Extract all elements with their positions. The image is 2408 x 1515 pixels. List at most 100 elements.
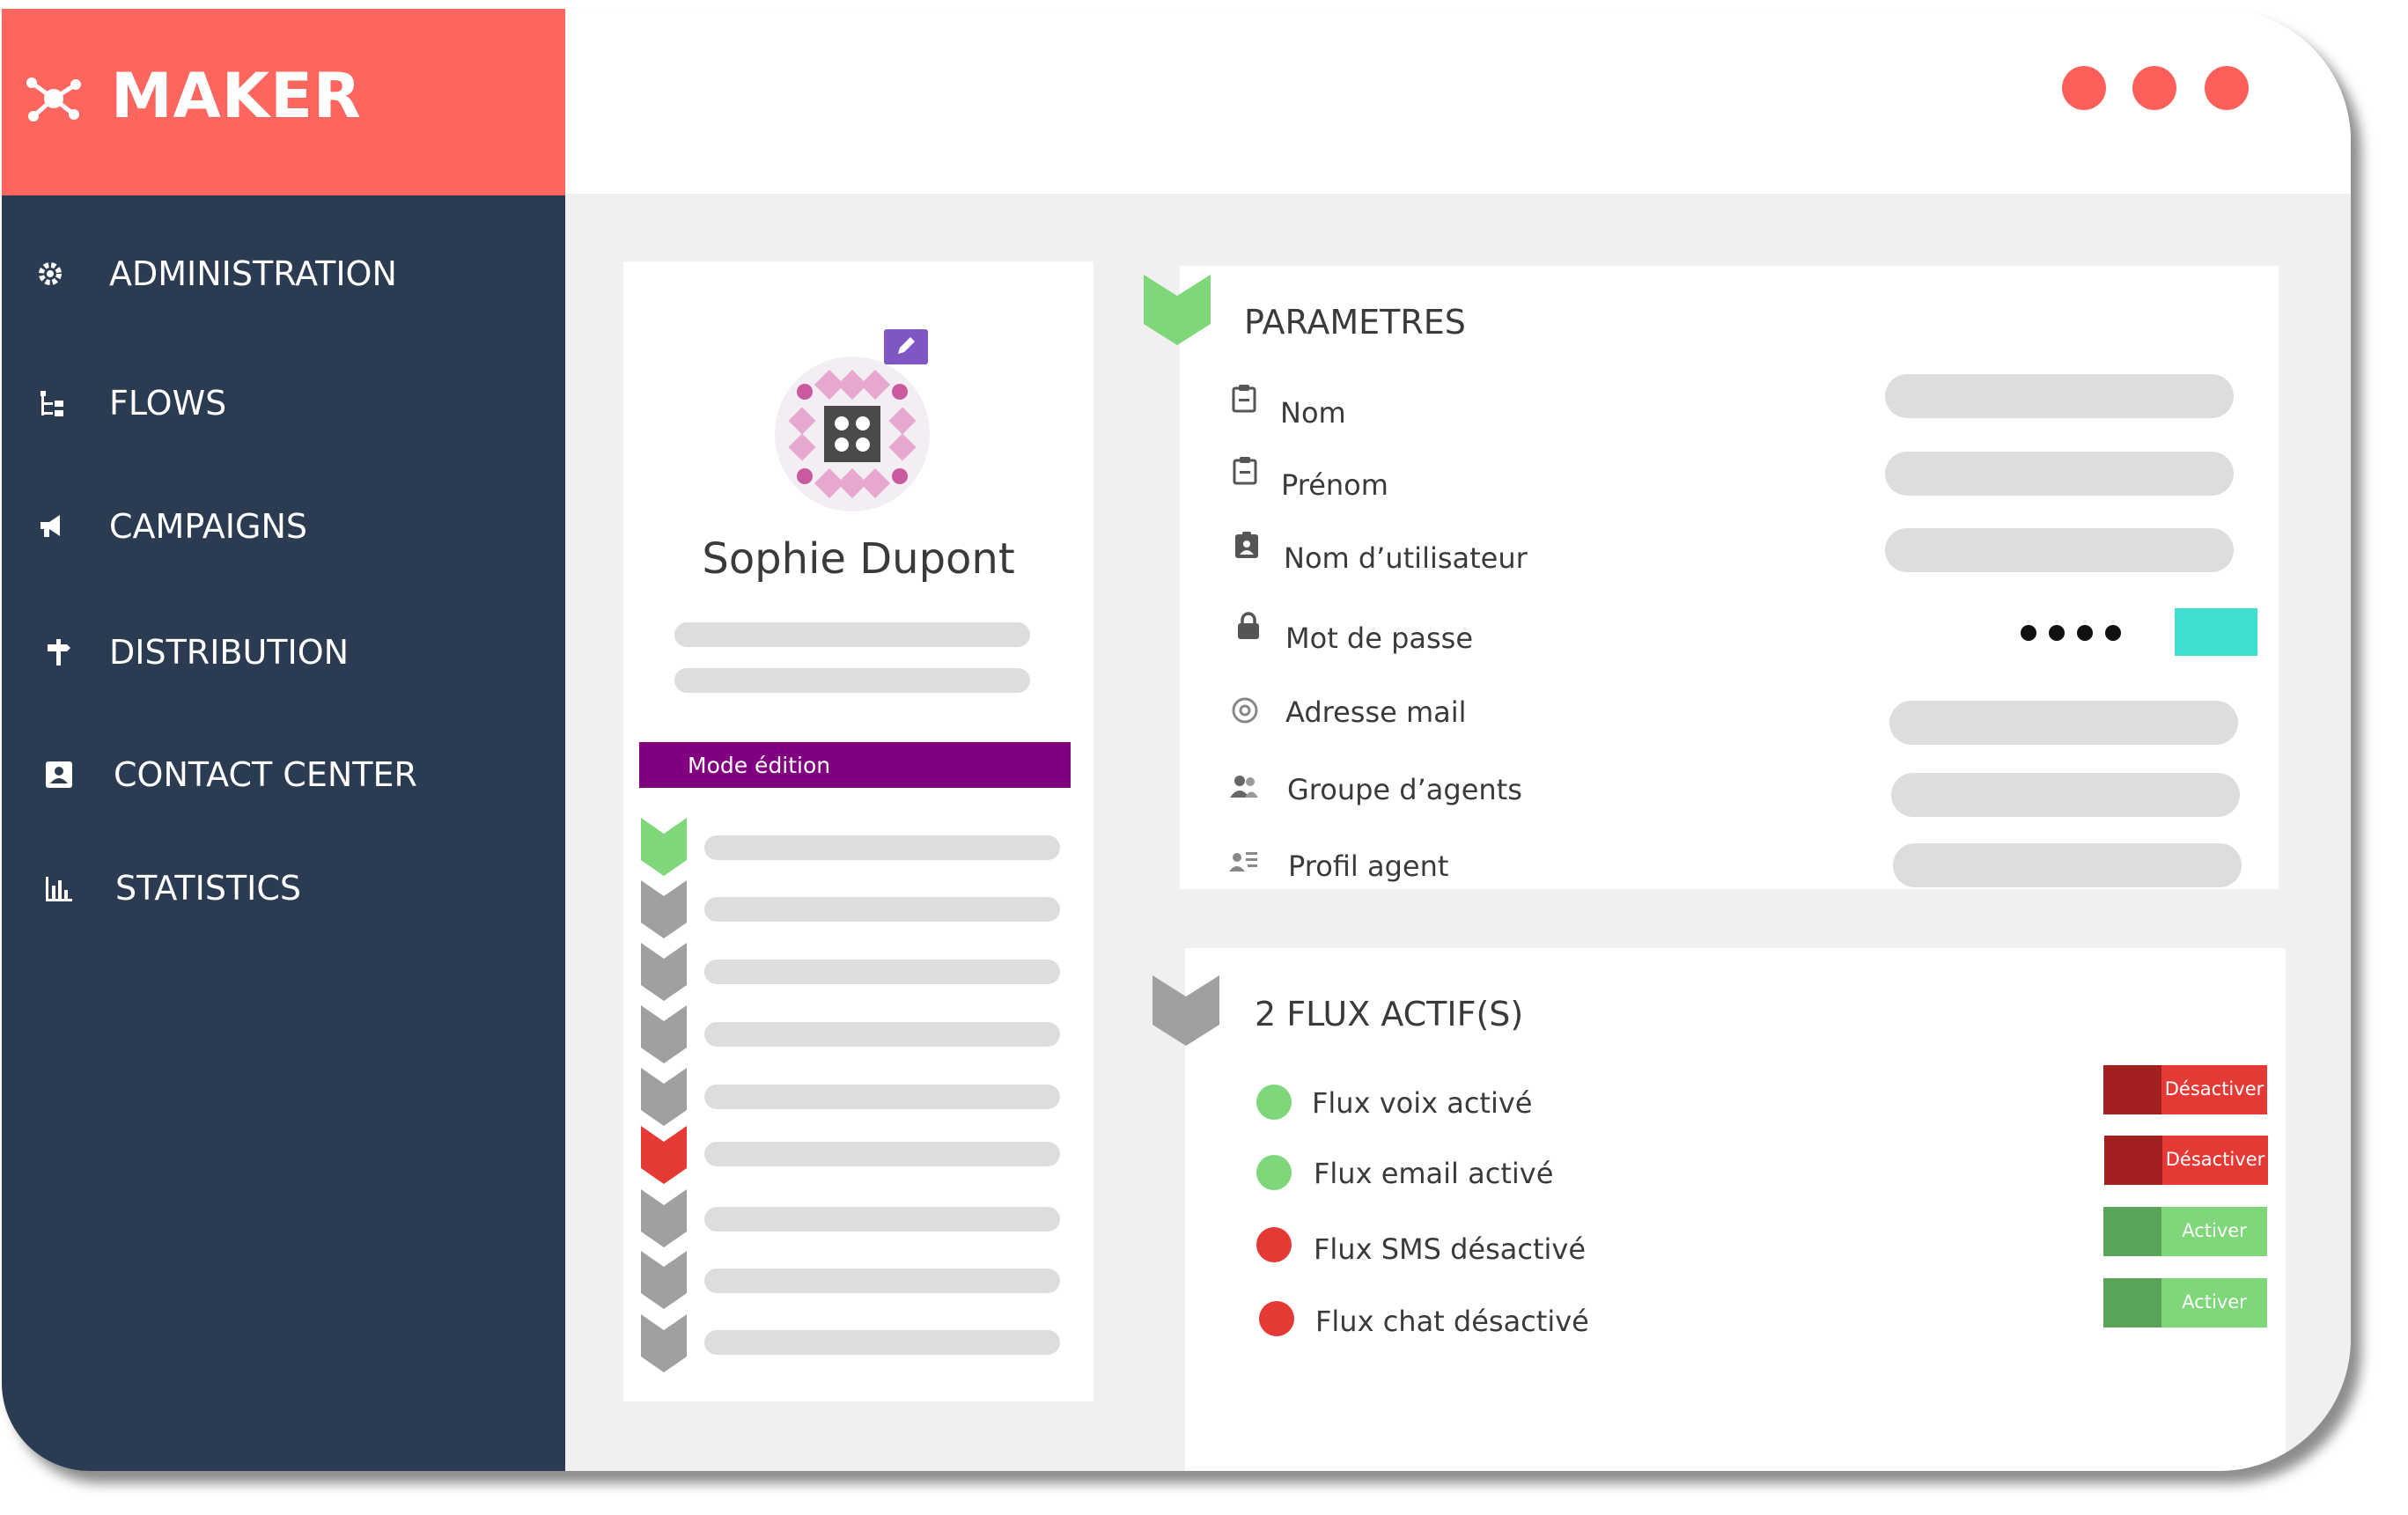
chevron-down-icon	[641, 943, 687, 1001]
button-label: Désactiver	[2164, 1078, 2264, 1099]
step-placeholder	[704, 1269, 1060, 1293]
people-icon	[1230, 776, 1258, 798]
field-label-username: Nom d’utilisateur	[1284, 541, 1528, 575]
field-label-agent-group: Groupe d’agents	[1287, 773, 1522, 806]
button-label: Désactiver	[2165, 1149, 2265, 1170]
id-badge-icon	[1235, 532, 1258, 558]
app-window: MAKER ADMINISTRATION FLOWS CAMPAIGNS DIS…	[2, 9, 2351, 1471]
button-accent	[2103, 1207, 2161, 1256]
sidebar-item-label: CAMPAIGNS	[109, 507, 307, 546]
step-placeholder	[704, 1085, 1060, 1109]
flux-label-sms: Flux SMS désactivé	[1314, 1232, 1587, 1266]
sidebar-item-campaigns[interactable]: CAMPAIGNS	[2, 481, 565, 569]
chevron-down-icon	[641, 1314, 687, 1372]
window-dot-1[interactable]	[2062, 66, 2106, 110]
contact-card-icon	[46, 761, 72, 788]
top-bar	[565, 9, 2351, 194]
profile-placeholder-line	[674, 668, 1030, 693]
field-label-agent-profile: Profil agent	[1288, 849, 1449, 883]
button-accent	[2103, 1278, 2161, 1327]
megaphone-icon	[41, 515, 60, 537]
deactivate-email-button[interactable]: Désactiver	[2104, 1136, 2268, 1185]
agent-group-field[interactable]	[1891, 773, 2240, 817]
chevron-down-icon	[641, 880, 687, 938]
chevron-down-icon	[1152, 975, 1219, 1046]
sidebar-item-contact-center[interactable]: CONTACT CENTER	[2, 729, 565, 817]
sidebar-item-administration[interactable]: ADMINISTRATION	[2, 228, 565, 316]
sidebar-item-statistics[interactable]: STATISTICS	[2, 842, 565, 930]
avatar	[775, 357, 930, 511]
profile-name: Sophie Dupont	[702, 534, 1015, 584]
signpost-icon	[48, 639, 70, 666]
button-accent	[2104, 1136, 2162, 1185]
flux-label-chat: Flux chat désactivé	[1315, 1305, 1589, 1338]
password-dot	[2049, 625, 2065, 641]
nom-field[interactable]	[1885, 374, 2234, 418]
sidebar-item-label: FLOWS	[109, 384, 227, 423]
chevron-down-icon	[1144, 275, 1211, 345]
step-placeholder	[704, 835, 1060, 860]
step-placeholder	[704, 1142, 1060, 1166]
flux-title: 2 FLUX ACTIF(S)	[1255, 995, 1524, 1033]
activate-chat-button[interactable]: Activer	[2103, 1278, 2267, 1327]
chevron-down-icon	[641, 1251, 687, 1309]
flux-label-voix: Flux voix activé	[1312, 1086, 1533, 1120]
sidebar-item-flows[interactable]: FLOWS	[2, 357, 565, 445]
field-label-email: Adresse mail	[1285, 695, 1467, 729]
profile-card: Sophie Dupont Mode édition	[623, 261, 1094, 1401]
password-dot	[2105, 625, 2121, 641]
button-label: Activer	[2182, 1291, 2247, 1313]
field-label-password: Mot de passe	[1285, 621, 1474, 655]
agent-profile-field[interactable]	[1893, 843, 2242, 887]
flow-tree-icon	[41, 391, 63, 416]
profile-placeholder-line	[674, 622, 1030, 647]
mode-edition-bar[interactable]: Mode édition	[639, 742, 1071, 788]
button-accent	[2103, 1065, 2161, 1114]
button-label: Activer	[2182, 1220, 2247, 1241]
pencil-icon	[898, 337, 915, 354]
activate-sms-button[interactable]: Activer	[2103, 1207, 2267, 1256]
bar-chart-icon	[46, 877, 72, 901]
sidebar: ADMINISTRATION FLOWS CAMPAIGNS DISTRIBUT…	[2, 195, 565, 1471]
chevron-down-icon	[641, 1005, 687, 1063]
avatar-pattern	[788, 370, 917, 498]
brand-header[interactable]: MAKER	[2, 9, 565, 195]
password-dot	[2021, 625, 2036, 641]
sidebar-item-label: STATISTICS	[115, 869, 302, 908]
step-placeholder	[704, 960, 1060, 984]
status-dot-inactive	[1259, 1301, 1294, 1336]
clipboard-icon	[1232, 385, 1256, 413]
password-reveal-button[interactable]	[2175, 608, 2257, 656]
clipboard-icon	[1233, 457, 1257, 485]
mode-edition-label: Mode édition	[688, 753, 831, 778]
gear-icon	[39, 262, 62, 285]
flux-label-email: Flux email activé	[1314, 1157, 1554, 1190]
field-label-nom: Nom	[1280, 396, 1346, 430]
sidebar-item-label: DISTRIBUTION	[109, 633, 350, 672]
window-dot-3[interactable]	[2205, 66, 2249, 110]
sidebar-item-distribution[interactable]: DISTRIBUTION	[2, 607, 565, 695]
email-field[interactable]	[1889, 701, 2238, 745]
deactivate-voix-button[interactable]: Désactiver	[2103, 1065, 2267, 1114]
step-placeholder	[704, 897, 1060, 922]
step-placeholder	[704, 1207, 1060, 1232]
status-dot-active	[1256, 1085, 1292, 1120]
status-dot-inactive	[1256, 1227, 1292, 1262]
chevron-down-icon	[641, 1189, 687, 1247]
chevron-down-icon	[641, 1126, 687, 1184]
username-field[interactable]	[1885, 528, 2234, 572]
sidebar-item-label: ADMINISTRATION	[109, 254, 397, 293]
field-label-prenom: Prénom	[1281, 468, 1388, 502]
profile-list-icon	[1229, 852, 1257, 871]
molecule-icon	[26, 77, 81, 121]
app-name: MAKER	[111, 60, 362, 132]
window-dot-2[interactable]	[2132, 66, 2176, 110]
step-placeholder	[704, 1022, 1060, 1047]
at-icon	[1232, 697, 1258, 724]
edit-avatar-button[interactable]	[884, 329, 928, 364]
password-dot	[2077, 625, 2093, 641]
password-mask[interactable]	[2014, 620, 2137, 646]
sidebar-item-label: CONTACT CENTER	[114, 755, 417, 794]
parametres-title: PARAMETRES	[1244, 303, 1466, 342]
prenom-field[interactable]	[1885, 452, 2234, 496]
